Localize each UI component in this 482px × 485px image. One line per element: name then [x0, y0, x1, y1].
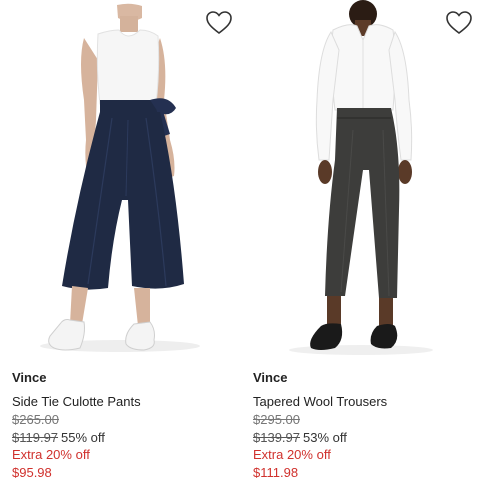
heart-icon[interactable] — [445, 10, 473, 36]
brand-name[interactable]: Vince — [253, 369, 479, 387]
was-price-row: $119.97 55% off — [12, 429, 238, 447]
product-name[interactable]: Tapered Wool Trousers — [253, 393, 479, 411]
was-price-row: $139.97 53% off — [253, 429, 479, 447]
discount-percent: 53% off — [303, 429, 347, 445]
product-image[interactable] — [241, 0, 479, 360]
product-card[interactable]: Vince Tapered Wool Trousers $295.00 $139… — [241, 0, 479, 485]
final-price: $95.98 — [12, 464, 52, 480]
product-info: Vince Tapered Wool Trousers $295.00 $139… — [253, 369, 479, 481]
product-name[interactable]: Side Tie Culotte Pants — [12, 393, 238, 411]
promo-text: Extra 20% off — [12, 447, 90, 462]
final-price: $111.98 — [253, 464, 299, 480]
was-price: $119.97 — [12, 429, 59, 445]
compare-price: $295.00 — [253, 412, 300, 427]
was-price: $139.97 — [253, 429, 300, 445]
product-photo-culotte-pants — [40, 3, 200, 352]
product-photo-wool-trousers — [289, 0, 433, 355]
brand-name[interactable]: Vince — [12, 369, 238, 387]
discount-percent: 55% off — [61, 429, 105, 445]
heart-icon[interactable] — [205, 10, 233, 36]
product-info: Vince Side Tie Culotte Pants $265.00 $11… — [12, 369, 238, 481]
product-image[interactable] — [0, 0, 238, 360]
product-card[interactable]: Vince Side Tie Culotte Pants $265.00 $11… — [0, 0, 238, 485]
promo-text: Extra 20% off — [253, 447, 331, 462]
compare-price: $265.00 — [12, 412, 59, 427]
